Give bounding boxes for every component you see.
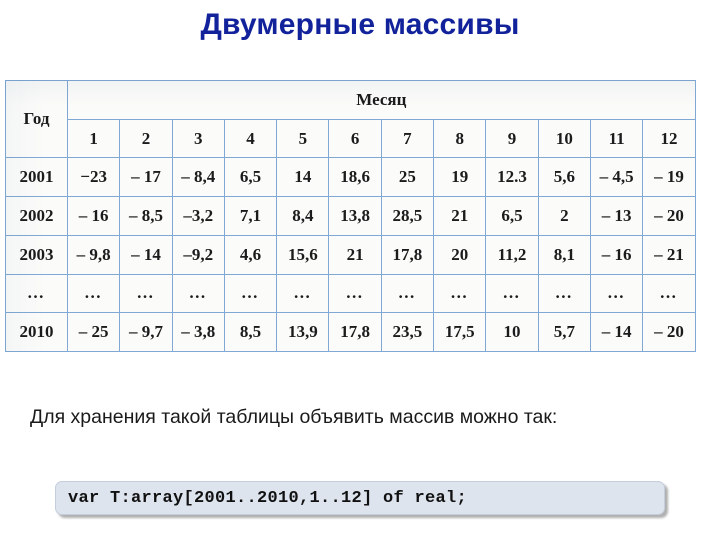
code-snippet-box: var T:array[2001..2010,1..12] of real; [55, 481, 665, 515]
table-row: 2001 −23 – 17 – 8,4 6,5 14 18,6 25 19 12… [5, 157, 696, 198]
cell-value: 5,6 [537, 157, 591, 198]
cell-value: 17,8 [380, 234, 435, 275]
cell-value: – 17 [119, 157, 173, 198]
code-snippet-text: var T:array[2001..2010,1..12] of real; [68, 488, 468, 508]
cell-value: 18,6 [328, 157, 382, 198]
cell-value: 4,6 [223, 234, 278, 275]
cell-year-ellipsis: … [5, 273, 68, 314]
cell-value: – 16 [66, 196, 121, 236]
cell-value: –9,2 [171, 234, 225, 275]
cell-value: 14 [276, 157, 330, 198]
table-row-ellipsis: … … … … … … … … … … … … … [5, 273, 696, 314]
header-cell-month-8: 8 [433, 118, 487, 159]
cell-value: –3,2 [171, 196, 225, 236]
cell-value: – 20 [642, 196, 696, 236]
cell-value: – 9,8 [66, 234, 121, 275]
cell-value: – 8,4 [171, 157, 225, 198]
cell-value: 5,7 [537, 312, 591, 352]
cell-ellipsis: … [171, 273, 225, 314]
cell-value: – 20 [642, 312, 696, 352]
cell-value: 17,8 [328, 312, 382, 352]
cell-value: – 21 [642, 234, 696, 275]
cell-value: 6,5 [223, 157, 278, 198]
header-cell-month-group: Месяц [67, 80, 696, 120]
cell-value: 28,5 [380, 196, 435, 236]
header-cell-month-10: 10 [537, 118, 591, 159]
header-cell-month-12: 12 [642, 118, 696, 159]
cell-value: 6,5 [485, 196, 539, 236]
cell-value: – 9,7 [119, 312, 173, 352]
header-cell-month-11: 11 [589, 118, 644, 159]
cell-ellipsis: … [66, 273, 121, 314]
header-cell-month-1: 1 [66, 118, 121, 159]
cell-value: – 16 [589, 234, 644, 275]
page-title: Двумерные массивы [200, 8, 520, 41]
header-cell-month-9: 9 [485, 118, 539, 159]
cell-value: 19 [433, 157, 487, 198]
table-header-row-group: Год Месяц [5, 79, 696, 159]
header-cell-month-4: 4 [223, 118, 278, 159]
cell-ellipsis: … [537, 273, 591, 314]
cell-value: 21 [328, 234, 382, 275]
cell-ellipsis: … [433, 273, 487, 314]
cell-value: 11,2 [485, 234, 539, 275]
cell-value: – 13 [589, 196, 644, 236]
header-cell-month-5: 5 [276, 118, 330, 159]
table-row: 2010 – 25 – 9,7 – 3,8 8,5 13,9 17,8 23,5… [5, 312, 696, 352]
cell-value: – 3,8 [171, 312, 225, 352]
temperature-table: Год Месяц 1 2 3 4 5 6 7 8 9 10 11 12 200… [5, 79, 696, 352]
cell-value: 25 [380, 157, 435, 198]
cell-ellipsis: … [589, 273, 644, 314]
cell-value: 20 [433, 234, 487, 275]
cell-value: 2 [537, 196, 591, 236]
cell-value: 8,1 [537, 234, 591, 275]
cell-ellipsis: … [380, 273, 435, 314]
cell-value: 12.3 [485, 157, 539, 198]
cell-ellipsis: … [223, 273, 278, 314]
cell-value: – 14 [589, 312, 644, 352]
cell-value: – 14 [119, 234, 173, 275]
cell-year: 2002 [5, 196, 68, 236]
header-cell-month-3: 3 [171, 118, 225, 159]
cell-ellipsis: … [276, 273, 330, 314]
cell-value: 21 [433, 196, 487, 236]
header-cell-month-2: 2 [119, 118, 173, 159]
cell-value: 13,8 [328, 196, 382, 236]
cell-value: −23 [66, 157, 121, 198]
cell-value: 23,5 [380, 312, 435, 352]
table-row: 2003 – 9,8 – 14 –9,2 4,6 15,6 21 17,8 20… [5, 234, 696, 275]
cell-value: – 19 [642, 157, 696, 198]
cell-value: – 25 [66, 312, 121, 352]
cell-year: 2010 [5, 312, 68, 352]
table-row: 2002 – 16 – 8,5 –3,2 7,1 8,4 13,8 28,5 2… [5, 196, 696, 236]
cell-value: 10 [485, 312, 539, 352]
temperature-table-container: Год Месяц 1 2 3 4 5 6 7 8 9 10 11 12 200… [5, 79, 696, 352]
cell-ellipsis: … [642, 273, 696, 314]
cell-ellipsis: … [119, 273, 173, 314]
table-header-row-months: 1 2 3 4 5 6 7 8 9 10 11 12 [6, 118, 696, 159]
cell-value: 8,4 [276, 196, 330, 236]
cell-value: – 8,5 [119, 196, 173, 236]
cell-value: 8,5 [223, 312, 278, 352]
header-cell-month-6: 6 [328, 118, 382, 159]
header-cell-month-7: 7 [380, 118, 435, 159]
cell-year: 2003 [5, 234, 68, 275]
cell-value: 17,5 [433, 312, 487, 352]
cell-ellipsis: … [485, 273, 539, 314]
cell-value: 13,9 [276, 312, 330, 352]
cell-value: 7,1 [223, 196, 278, 236]
cell-year: 2001 [5, 157, 68, 198]
cell-ellipsis: … [328, 273, 382, 314]
body-paragraph: Для хранения такой таблицы объявить масс… [30, 406, 558, 428]
cell-value: – 4,5 [589, 157, 644, 198]
header-cell-year: Год [5, 79, 68, 159]
cell-value: 15,6 [276, 234, 330, 275]
